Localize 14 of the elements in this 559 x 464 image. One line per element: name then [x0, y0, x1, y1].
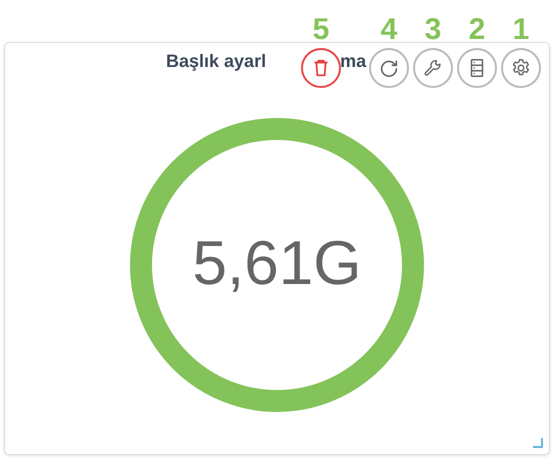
- callout-number: 1: [512, 14, 530, 48]
- gauge-value: 5,61G: [192, 229, 362, 299]
- callout-number: 2: [468, 14, 486, 48]
- resize-handle-icon[interactable]: [533, 438, 543, 448]
- refresh-button[interactable]: [369, 48, 409, 88]
- wrench-button[interactable]: [413, 48, 453, 88]
- settings-button[interactable]: [501, 48, 541, 88]
- trash-button[interactable]: [301, 48, 341, 88]
- card-title: ma: [340, 51, 366, 73]
- server-button[interactable]: [457, 48, 497, 88]
- callout-number: 4: [380, 14, 398, 48]
- callout-number: 3: [424, 14, 442, 48]
- callout-number: 5: [312, 14, 330, 48]
- card-title: Başlık ayarl: [166, 51, 266, 73]
